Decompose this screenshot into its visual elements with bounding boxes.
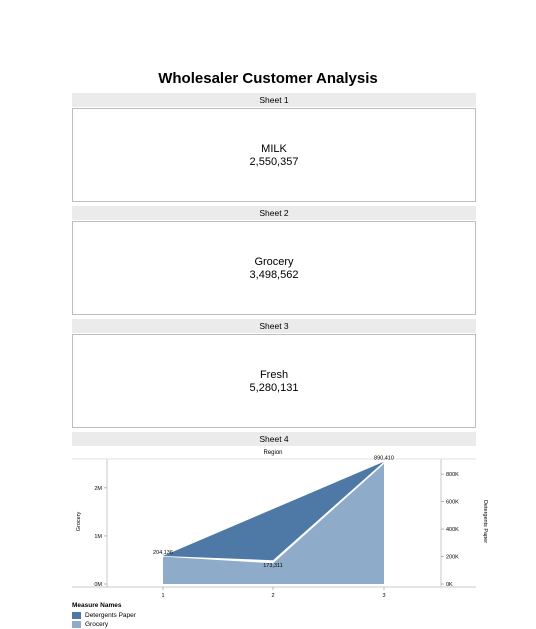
kpi-value: 2,550,357	[249, 156, 299, 168]
x-tick-label: 2	[271, 593, 274, 599]
y-tick-label: 2M	[94, 486, 102, 492]
legend-item-grocery[interactable]: Grocery	[72, 620, 136, 629]
y2-tick-label: 200K	[446, 555, 459, 561]
x-tick-label: 3	[382, 593, 385, 599]
page-title: Wholesaler Customer Analysis	[158, 70, 378, 87]
x-tick-label: 1	[161, 593, 164, 599]
legend-item-detergents[interactable]: Detergents Paper	[72, 611, 136, 620]
sheet-4-header: Sheet 4	[72, 432, 476, 446]
legend-label: Grocery	[85, 621, 109, 628]
legend-label: Detergents Paper	[85, 612, 136, 619]
legend-swatch	[72, 621, 81, 628]
y2-tick-label: 400K	[446, 527, 459, 533]
kpi-value: 3,498,562	[249, 269, 299, 281]
y2-tick-label: 800K	[446, 472, 459, 478]
sheet-1-kpi[interactable]: MILK 2,550,357	[72, 108, 476, 202]
sheet-3-header: Sheet 3	[72, 319, 476, 333]
y2-axis-title: Detergents Paper	[482, 500, 488, 543]
sheet-2-kpi[interactable]: Grocery 3,498,562	[72, 221, 476, 315]
chart-title: Region	[263, 450, 282, 456]
sheet-1-header: Sheet 1	[72, 93, 476, 107]
data-label: 173,311	[263, 563, 282, 569]
y-axis-title: Grocery	[76, 511, 82, 531]
kpi-label: MILK	[261, 143, 287, 155]
y-tick-label: 1M	[94, 534, 102, 540]
sheet-2-header: Sheet 2	[72, 206, 476, 220]
kpi-label: Grocery	[254, 256, 294, 268]
y-tick-label: 0M	[94, 582, 102, 588]
legend: Measure Names Detergents Paper Grocery	[72, 602, 136, 629]
legend-title: Measure Names	[72, 602, 122, 609]
y2-tick-label: 0K	[446, 582, 453, 588]
y2-tick-label: 600K	[446, 500, 459, 506]
data-label: 204,136	[153, 550, 173, 556]
kpi-value: 5,280,131	[249, 382, 299, 394]
sheet-3-kpi[interactable]: Fresh 5,280,131	[72, 334, 476, 428]
region-area-chart[interactable]: Region 204,136 173,311 890,410 0M 1M 2M 0K 200K 4…	[0, 446, 536, 602]
data-label: 890,410	[374, 456, 394, 462]
legend-swatch	[72, 612, 81, 619]
kpi-label: Fresh	[259, 369, 289, 381]
